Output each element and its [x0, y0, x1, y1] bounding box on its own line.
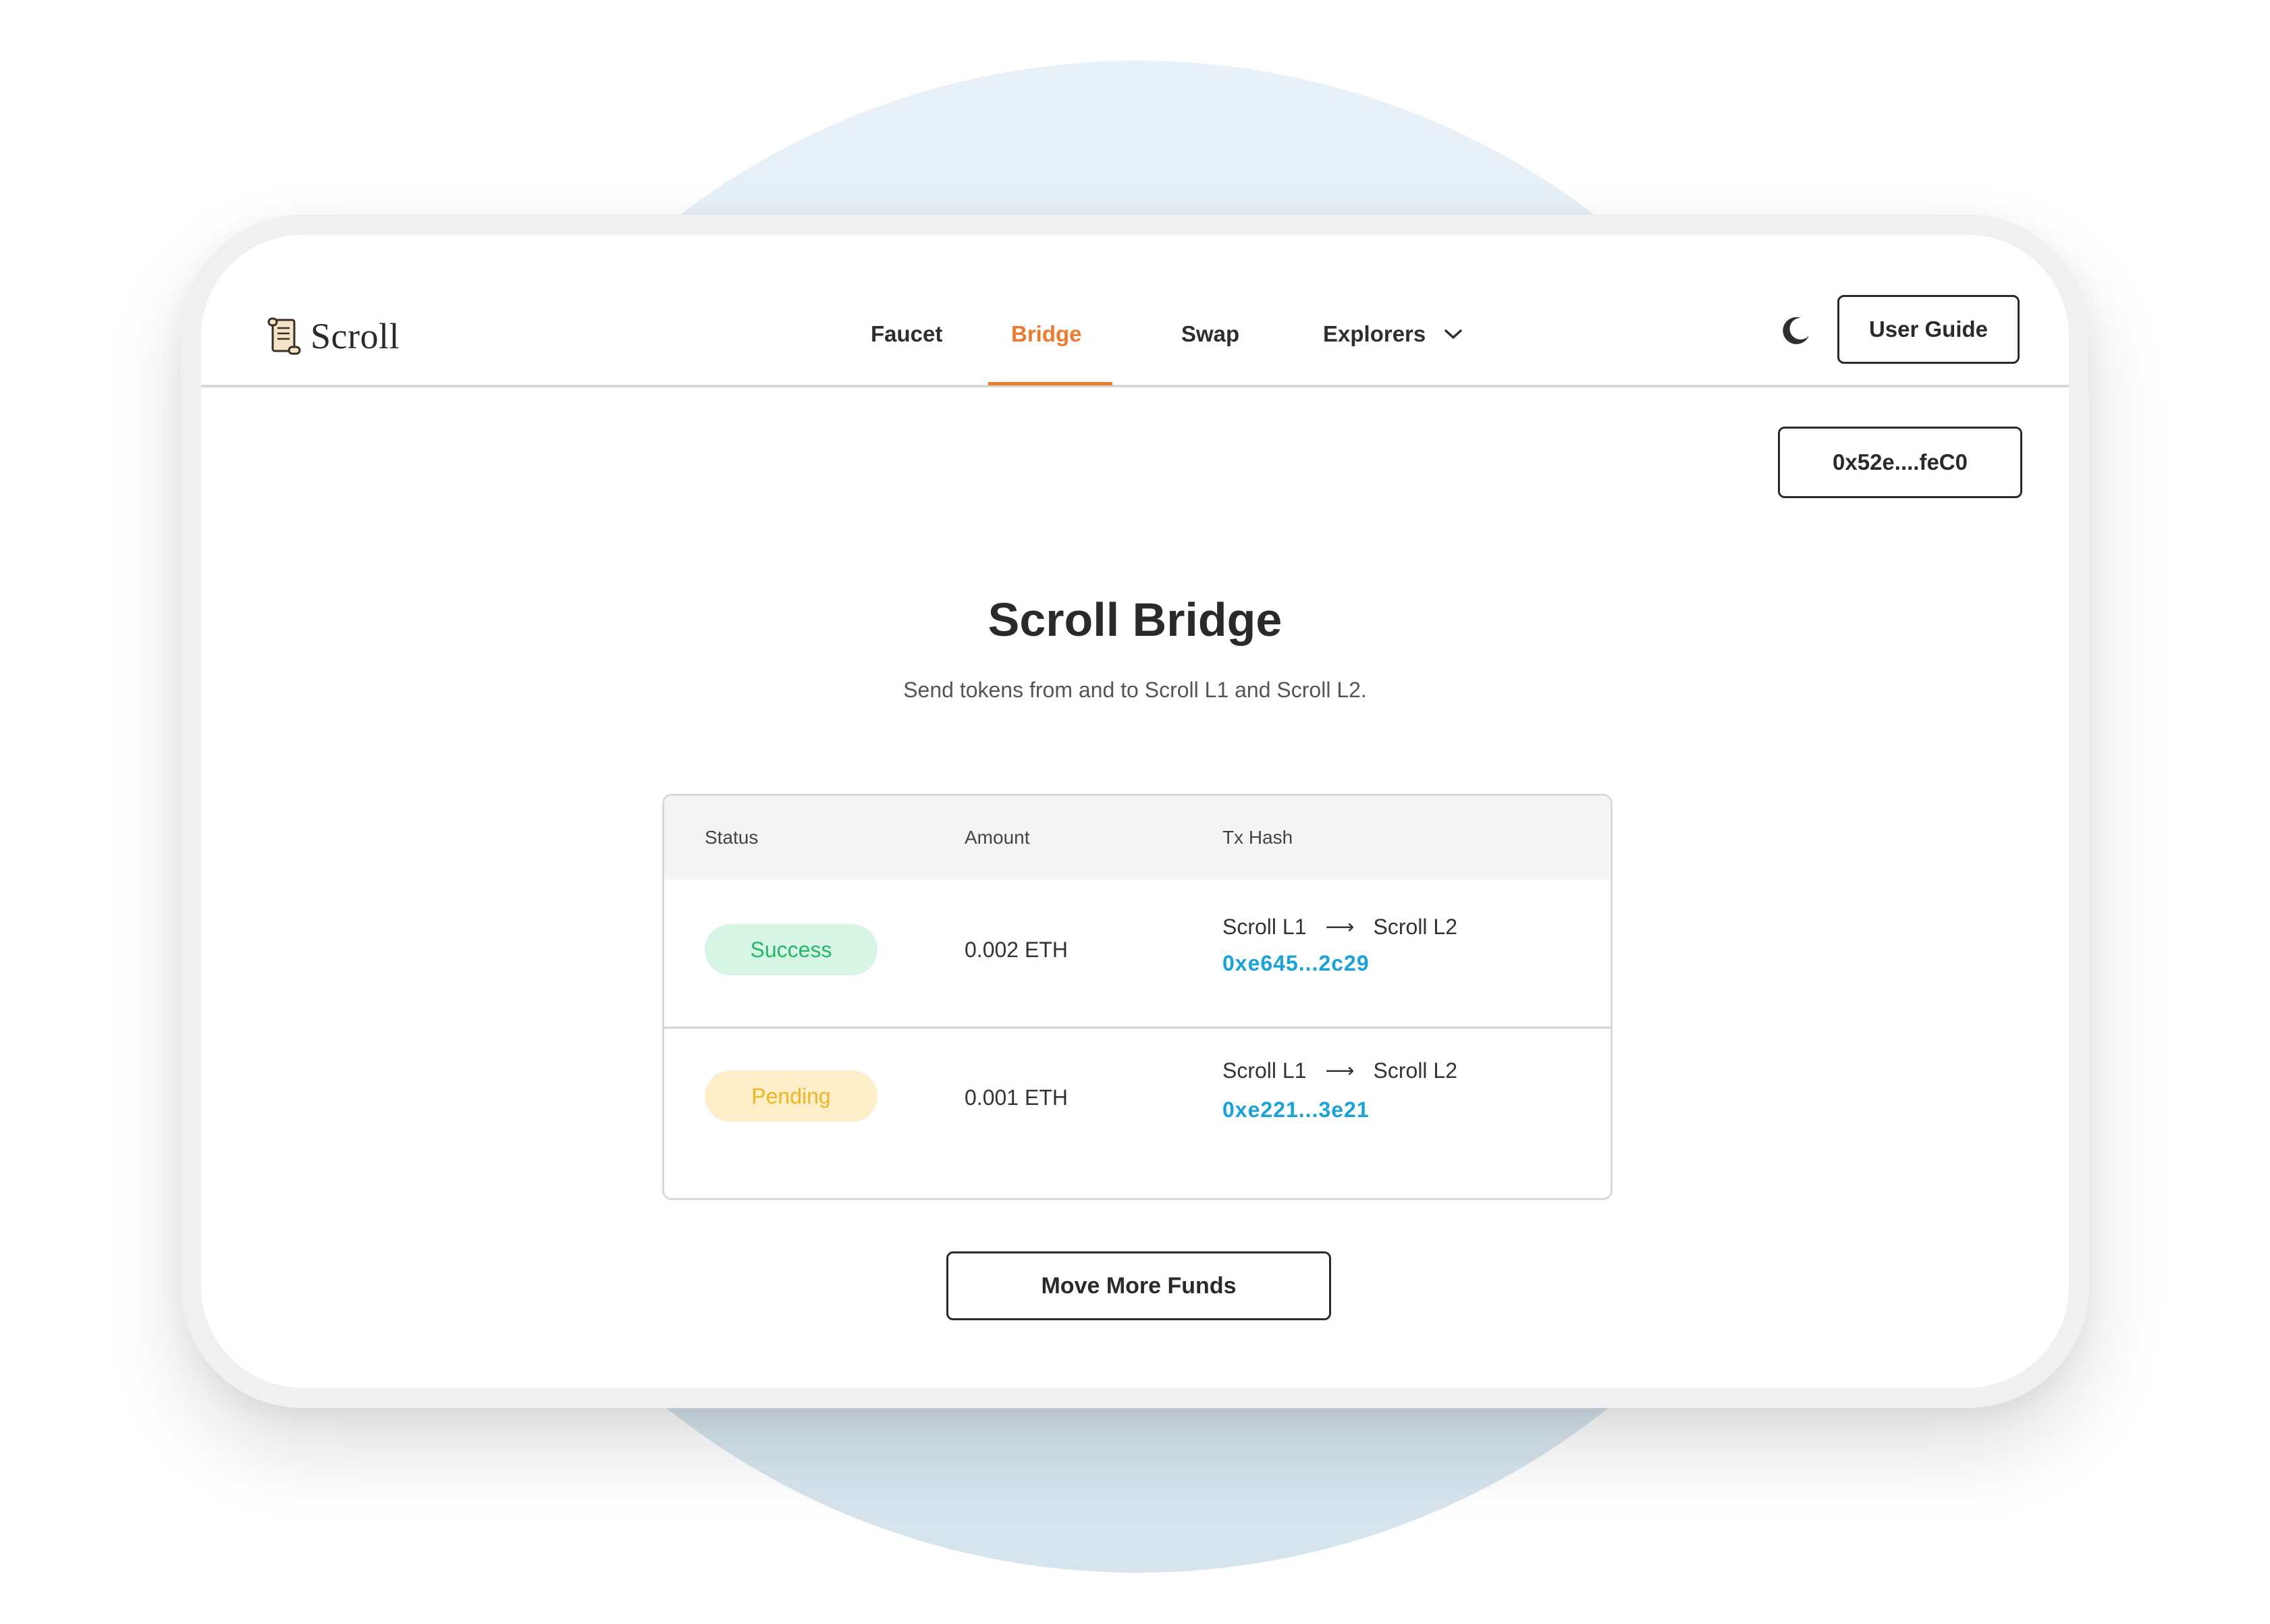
active-tab-indicator	[988, 382, 1112, 385]
app-screen: Scroll Faucet Bridge Swap Explorers User…	[201, 235, 2069, 1388]
bridge-route: Scroll L1 ⟶ Scroll L2	[1222, 915, 1457, 940]
table-row: Success 0.002 ETH Scroll L1 ⟶ Scroll L2 …	[664, 879, 1611, 1029]
amount-value: 0.001 ETH	[965, 1085, 1068, 1110]
nav-faucet[interactable]: Faucet	[871, 321, 942, 347]
table-header: Status Amount Tx Hash	[664, 796, 1611, 879]
chevron-down-icon	[1444, 329, 1463, 340]
route-to: Scroll L2	[1373, 915, 1458, 939]
scroll-logo-icon	[267, 317, 301, 355]
route-from: Scroll L1	[1222, 1058, 1307, 1083]
arrow-right-icon: ⟶	[1325, 916, 1355, 938]
user-guide-button[interactable]: User Guide	[1837, 295, 2020, 364]
moon-icon[interactable]	[1781, 314, 1813, 346]
brand-logo[interactable]: Scroll	[266, 315, 400, 358]
nav-explorers[interactable]: Explorers	[1323, 321, 1463, 347]
column-header-status: Status	[705, 827, 759, 848]
column-header-amount: Amount	[965, 827, 1030, 848]
top-nav-bar: Scroll Faucet Bridge Swap Explorers User…	[201, 235, 2069, 387]
wallet-address-button[interactable]: 0x52e....feC0	[1778, 427, 2022, 498]
column-header-tx-hash: Tx Hash	[1222, 827, 1293, 848]
device-frame: Scroll Faucet Bridge Swap Explorers User…	[181, 215, 2089, 1408]
status-badge: Success	[705, 924, 877, 975]
page-title: Scroll Bridge	[988, 593, 1282, 646]
arrow-right-icon: ⟶	[1325, 1060, 1355, 1082]
brand-name: Scroll	[310, 316, 400, 356]
route-from: Scroll L1	[1222, 915, 1307, 939]
move-more-funds-button[interactable]: Move More Funds	[946, 1251, 1331, 1320]
table-row: Pending 0.001 ETH Scroll L1 ⟶ Scroll L2 …	[664, 1029, 1611, 1198]
status-badge: Pending	[705, 1071, 877, 1122]
amount-value: 0.002 ETH	[965, 938, 1068, 962]
bridge-route: Scroll L1 ⟶ Scroll L2	[1222, 1058, 1457, 1083]
nav-swap[interactable]: Swap	[1181, 321, 1239, 347]
page-subtitle: Send tokens from and to Scroll L1 and Sc…	[903, 678, 1367, 702]
nav-explorers-label: Explorers	[1323, 321, 1426, 346]
tx-hash-link[interactable]: 0xe221...3e21	[1222, 1098, 1370, 1122]
transactions-table: Status Amount Tx Hash Success 0.002 ETH …	[662, 794, 1613, 1200]
route-to: Scroll L2	[1373, 1058, 1458, 1083]
nav-bridge[interactable]: Bridge	[1011, 321, 1082, 347]
tx-hash-link[interactable]: 0xe645...2c29	[1222, 951, 1370, 976]
